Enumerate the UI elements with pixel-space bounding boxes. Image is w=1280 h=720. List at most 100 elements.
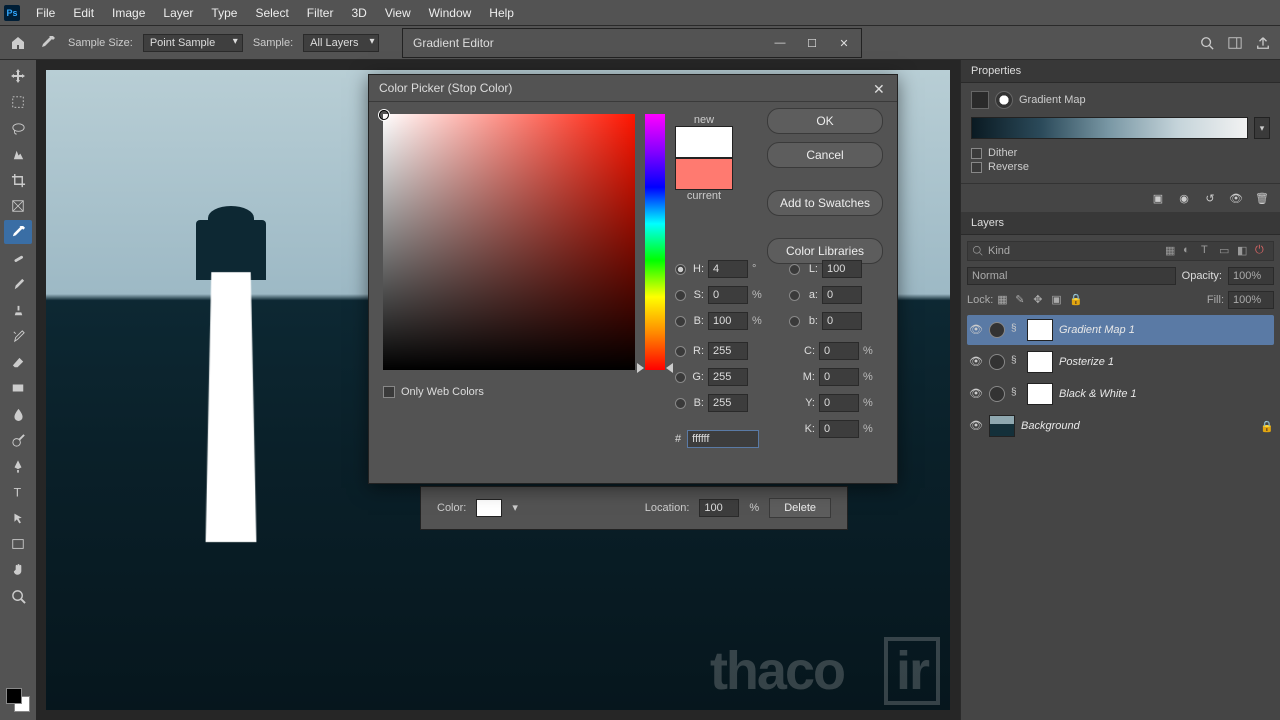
clip-to-layer-icon[interactable]: ▣ [1150, 190, 1166, 206]
layer-name-label[interactable]: Posterize 1 [1059, 356, 1114, 368]
b-input[interactable] [708, 394, 748, 412]
h-input[interactable] [708, 260, 748, 278]
menu-3d[interactable]: 3D [343, 2, 374, 24]
lock-icon[interactable]: 🔒 [1260, 420, 1272, 433]
visibility-toggle-icon[interactable]: 👁 [969, 323, 983, 337]
opacity-input[interactable]: 100% [1228, 267, 1274, 285]
reverse-checkbox[interactable]: Reverse [971, 161, 1270, 173]
marquee-tool-icon[interactable] [4, 90, 32, 114]
lock-artboard-icon[interactable]: ▣ [1051, 293, 1065, 307]
m-input[interactable] [819, 368, 859, 386]
stop-location-input[interactable] [699, 499, 739, 517]
visibility-toggle-icon[interactable]: 👁 [969, 355, 983, 369]
fill-input[interactable]: 100% [1228, 291, 1274, 309]
search-icon[interactable] [1198, 34, 1216, 52]
delete-adjustment-icon[interactable]: 🗑 [1254, 190, 1270, 206]
close-icon[interactable]: ✕ [873, 81, 887, 95]
layer-name-label[interactable]: Background [1021, 420, 1080, 432]
h-radio[interactable] [675, 264, 686, 275]
clone-stamp-tool-icon[interactable] [4, 298, 32, 322]
quick-select-tool-icon[interactable] [4, 142, 32, 166]
l-radio[interactable] [789, 264, 800, 275]
menu-window[interactable]: Window [421, 2, 480, 24]
filter-smart-icon[interactable]: ◧ [1237, 244, 1251, 258]
frame-tool-icon[interactable] [4, 194, 32, 218]
brush-tool-icon[interactable] [4, 272, 32, 296]
ok-button[interactable]: OK [767, 108, 883, 134]
lock-image-icon[interactable]: ✎ [1015, 293, 1029, 307]
k-input[interactable] [819, 420, 859, 438]
layer-filter-input[interactable] [988, 245, 1161, 257]
bv-radio[interactable] [675, 316, 686, 327]
menu-image[interactable]: Image [104, 2, 153, 24]
lock-position-icon[interactable]: ✥ [1033, 293, 1047, 307]
minimize-icon[interactable]: — [773, 36, 787, 50]
layer-name-label[interactable]: Black & White 1 [1059, 388, 1137, 400]
hue-slider[interactable] [645, 114, 665, 370]
gradient-tool-icon[interactable] [4, 376, 32, 400]
sample-size-select[interactable]: Point Sample [143, 34, 243, 52]
filter-adjust-icon[interactable]: ◐ [1183, 244, 1197, 258]
color-swatches[interactable] [6, 688, 30, 712]
l-input[interactable] [822, 260, 862, 278]
properties-panel-header[interactable]: Properties [961, 60, 1280, 83]
lab-b-input[interactable] [822, 312, 862, 330]
rectangle-tool-icon[interactable] [4, 532, 32, 556]
menu-view[interactable]: View [377, 2, 419, 24]
visibility-toggle-icon[interactable]: 👁 [969, 387, 983, 401]
reset-icon[interactable]: ↺ [1202, 190, 1218, 206]
add-to-swatches-button[interactable]: Add to Swatches [767, 190, 883, 216]
type-tool-icon[interactable]: T [4, 480, 32, 504]
hand-tool-icon[interactable] [4, 558, 32, 582]
r-input[interactable] [708, 342, 748, 360]
current-color-swatch[interactable] [675, 158, 733, 190]
c-input[interactable] [819, 342, 859, 360]
pen-tool-icon[interactable] [4, 454, 32, 478]
a-input[interactable] [822, 286, 862, 304]
workspace-icon[interactable] [1226, 34, 1244, 52]
b-radio[interactable] [675, 398, 686, 409]
eyedropper-tool-icon[interactable] [4, 220, 32, 244]
maximize-icon[interactable]: ☐ [805, 36, 819, 50]
toggle-visibility-icon[interactable]: 👁 [1228, 190, 1244, 206]
a-radio[interactable] [789, 290, 800, 301]
saturation-brightness-field[interactable] [383, 114, 635, 370]
lab-b-radio[interactable] [789, 316, 800, 327]
layer-posterize[interactable]: 👁 § Posterize 1 [967, 347, 1274, 377]
zoom-tool-icon[interactable] [4, 584, 32, 608]
g-input[interactable] [708, 368, 748, 386]
close-icon[interactable]: ✕ [837, 36, 851, 50]
only-web-colors-checkbox[interactable]: Only Web Colors [383, 386, 484, 398]
stop-color-dropdown-icon[interactable]: ▾ [512, 501, 526, 515]
lock-all-icon[interactable]: 🔒 [1069, 293, 1083, 307]
eraser-tool-icon[interactable] [4, 350, 32, 374]
dither-checkbox[interactable]: Dither [971, 147, 1270, 159]
bv-input[interactable] [708, 312, 748, 330]
blend-mode-select[interactable]: Normal [967, 267, 1176, 285]
view-previous-icon[interactable]: ◉ [1176, 190, 1192, 206]
g-radio[interactable] [675, 372, 686, 383]
dodge-tool-icon[interactable] [4, 428, 32, 452]
menu-filter[interactable]: Filter [299, 2, 342, 24]
stop-color-swatch[interactable] [476, 499, 502, 517]
menu-help[interactable]: Help [481, 2, 522, 24]
history-brush-tool-icon[interactable] [4, 324, 32, 348]
s-radio[interactable] [675, 290, 686, 301]
gradient-editor-window[interactable]: Gradient Editor — ☐ ✕ [402, 28, 862, 58]
stop-delete-button[interactable]: Delete [769, 498, 831, 518]
gradient-preview[interactable] [971, 117, 1248, 139]
layer-gradient-map[interactable]: 👁 § Gradient Map 1 [967, 315, 1274, 345]
layer-name-label[interactable]: Gradient Map 1 [1059, 324, 1135, 336]
cancel-button[interactable]: Cancel [767, 142, 883, 168]
filter-shape-icon[interactable]: ▭ [1219, 244, 1233, 258]
mask-thumb[interactable] [1027, 351, 1053, 373]
home-icon[interactable] [8, 33, 28, 53]
filter-pixel-icon[interactable]: ▦ [1165, 244, 1179, 258]
layer-bw[interactable]: 👁 § Black & White 1 [967, 379, 1274, 409]
mask-thumb[interactable] [1027, 319, 1053, 341]
hex-input[interactable] [687, 430, 759, 448]
color-picker-header[interactable]: Color Picker (Stop Color) ✕ [369, 75, 897, 102]
layer-background[interactable]: 👁 Background 🔒 [967, 411, 1274, 441]
sample-select[interactable]: All Layers [303, 34, 379, 52]
menu-select[interactable]: Select [247, 2, 296, 24]
